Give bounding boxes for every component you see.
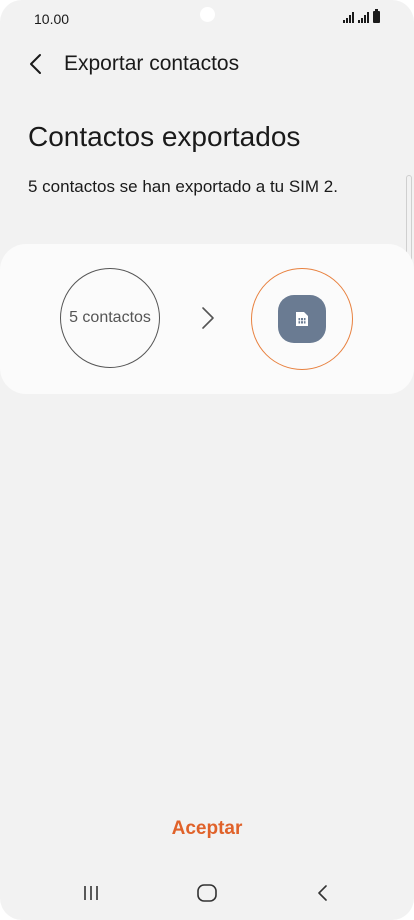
page-title: Contactos exportados <box>28 121 301 152</box>
status-bar: 10.00 <box>0 0 414 40</box>
screen: 10.00 Exportar contactos Contactos expor… <box>0 0 414 920</box>
sim-target-circle <box>251 268 353 370</box>
status-icons <box>343 9 380 23</box>
back-button[interactable] <box>22 50 50 78</box>
home-icon <box>197 884 217 902</box>
signal-sim2-icon <box>358 12 369 23</box>
export-message: 5 contactos se han exportado a tu SIM 2. <box>28 177 338 196</box>
recent-apps-icon <box>84 886 98 900</box>
back-icon <box>318 885 327 901</box>
navigation-bar <box>0 864 414 920</box>
header: Exportar contactos <box>0 44 414 84</box>
export-card: 5 contactos <box>0 244 414 394</box>
home-button[interactable] <box>187 876 227 910</box>
signal-sim1-icon <box>343 12 354 23</box>
camera-cutout <box>200 7 215 22</box>
header-title: Exportar contactos <box>64 52 240 75</box>
accept-button[interactable]: Aceptar <box>0 818 414 840</box>
contacts-source-circle: 5 contactos <box>60 268 160 368</box>
chevron-left-icon <box>30 54 41 74</box>
status-time: 10.00 <box>34 11 70 27</box>
source-label: 5 contactos <box>69 309 151 326</box>
sim-card-icon <box>278 295 326 343</box>
nav-back-button[interactable] <box>303 876 343 910</box>
chevron-right-icon <box>202 307 214 329</box>
battery-icon <box>373 9 380 23</box>
recent-apps-button[interactable] <box>71 876 111 910</box>
